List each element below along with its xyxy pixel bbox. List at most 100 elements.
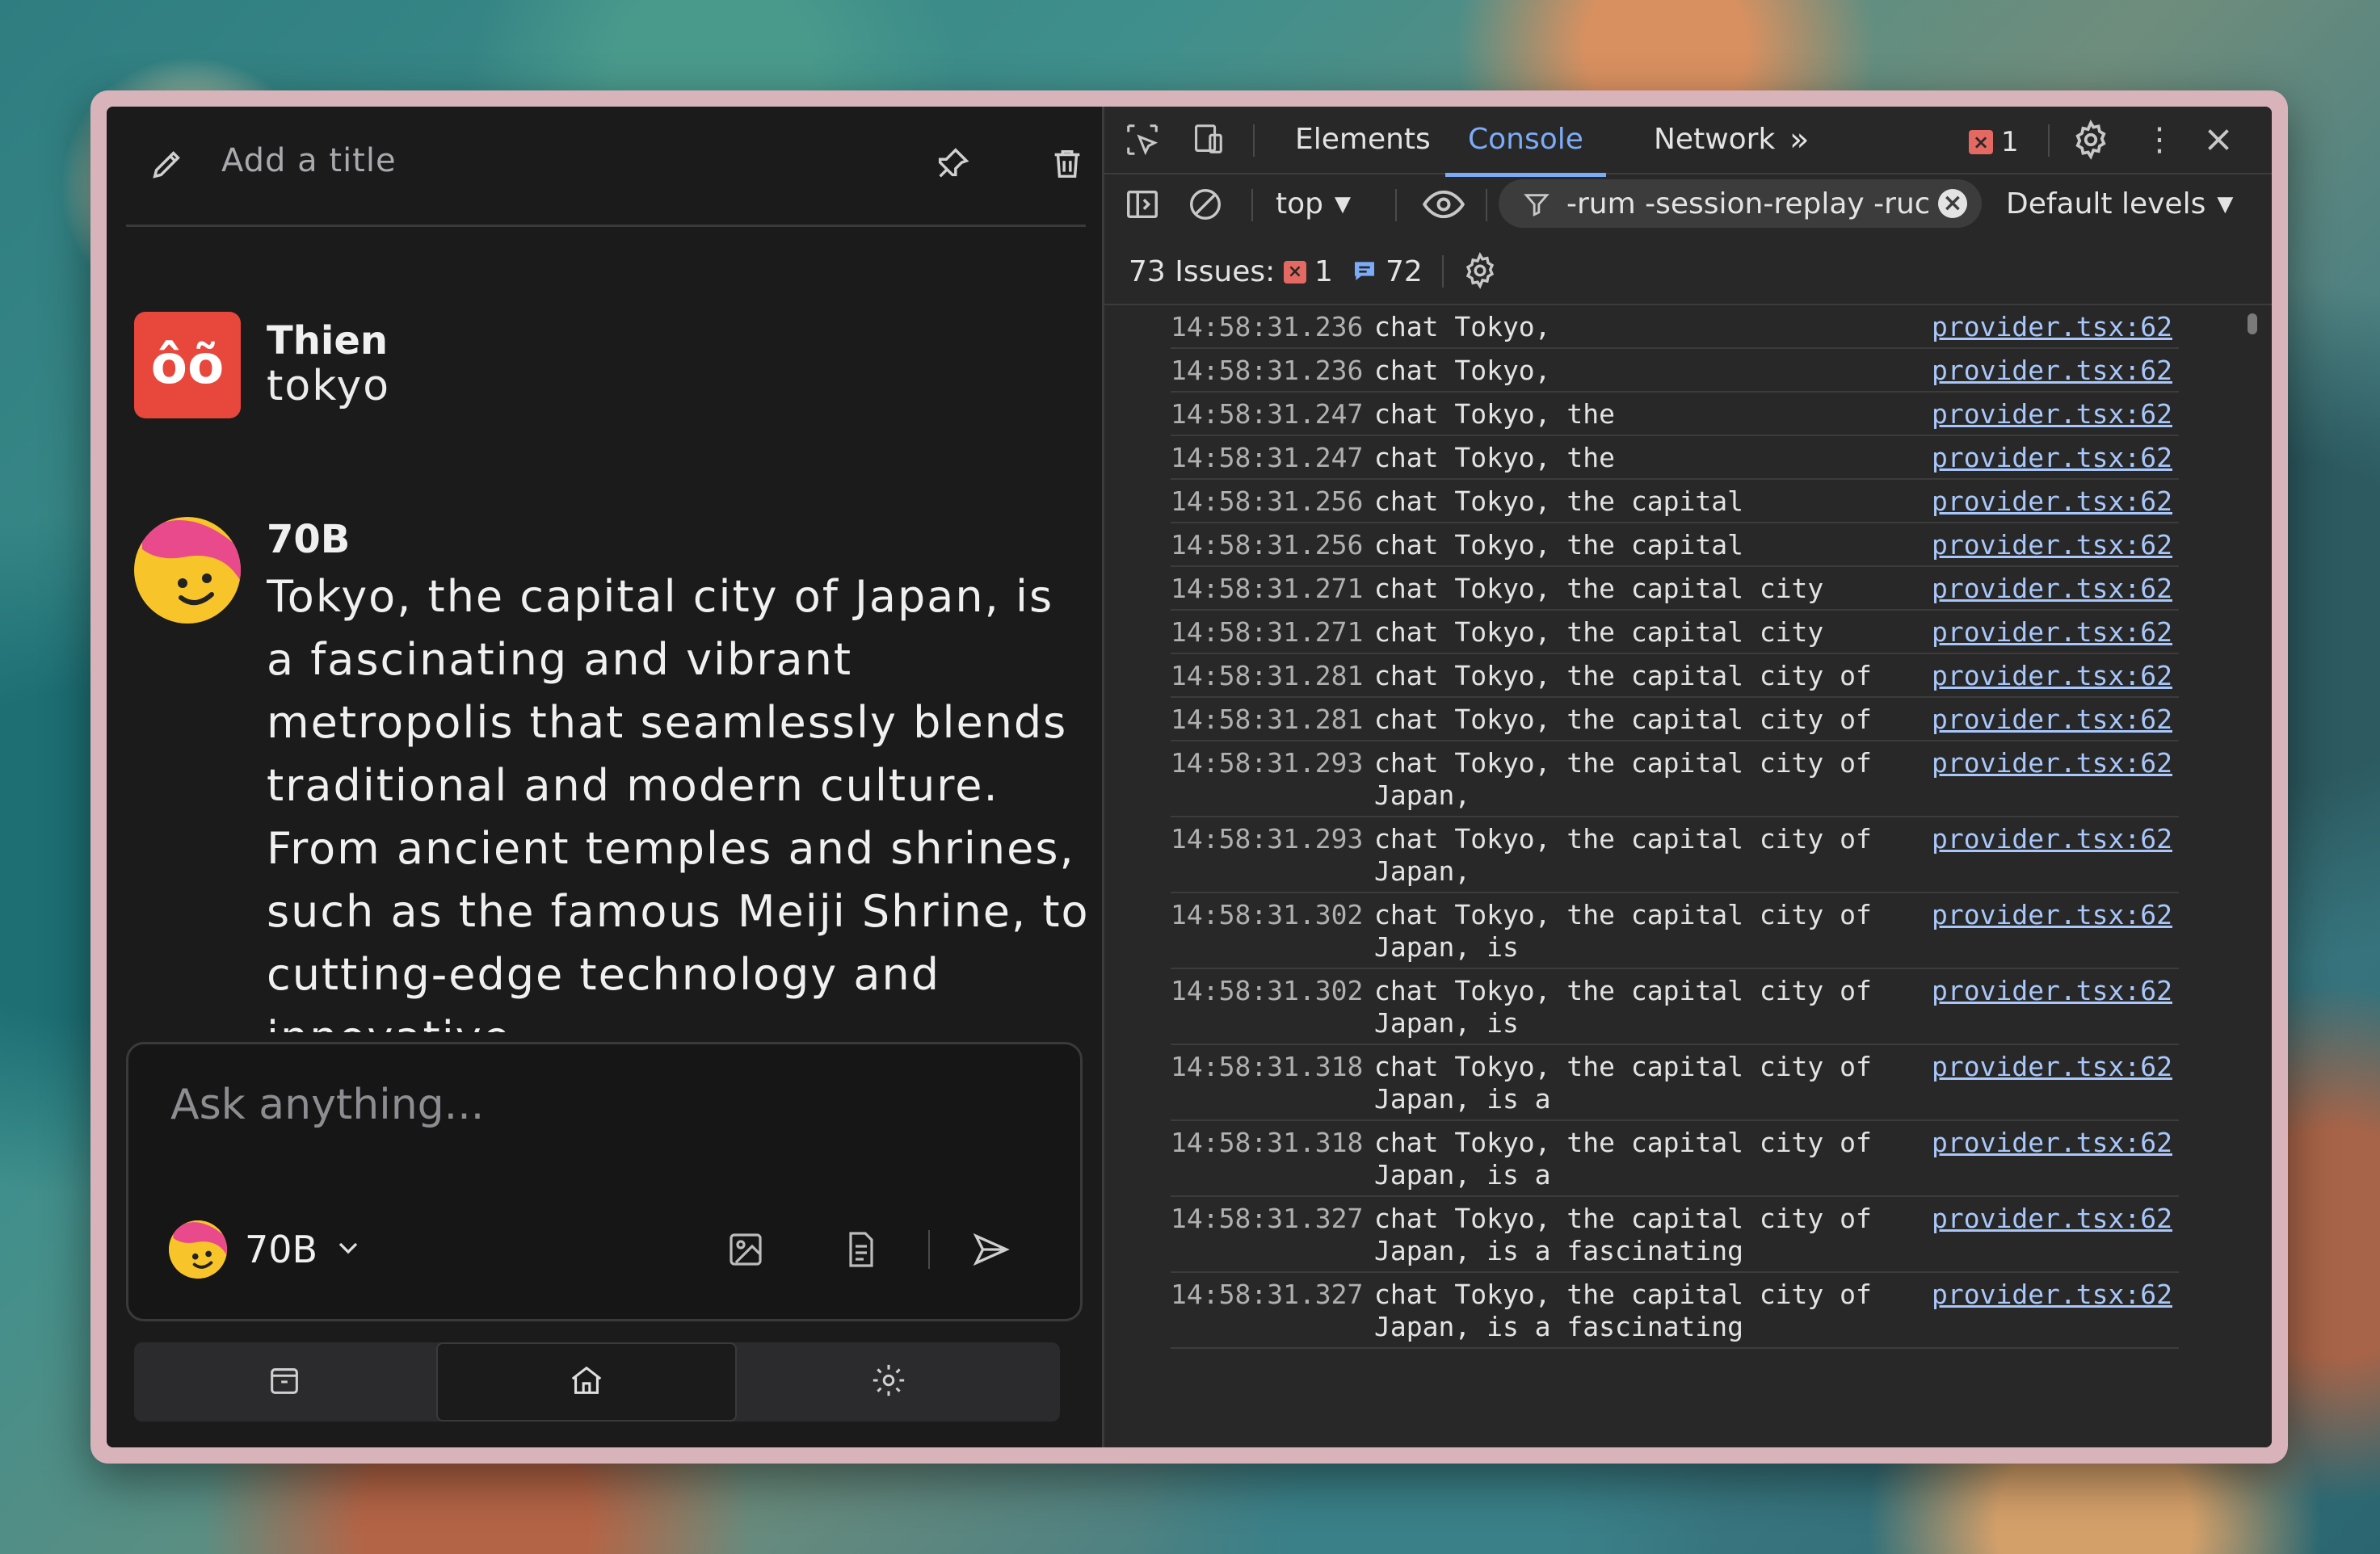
console-log-row: 14:58:31.247 chat Tokyo, the provider.tsx:…: [1171, 393, 2179, 436]
tab-settings[interactable]: [738, 1342, 1039, 1422]
tab-elements[interactable]: Elements: [1295, 107, 1431, 173]
log-timestamp: 14:58:31.247: [1171, 398, 1364, 430]
tab-home[interactable]: [436, 1342, 737, 1422]
console-log-row: 14:58:31.256 chat Tokyo, the capital provi…: [1171, 480, 2179, 523]
console-log-row: 14:58:31.271 chat Tokyo, the capital city…: [1171, 611, 2179, 654]
log-message: chat Tokyo, the capital: [1374, 529, 1743, 561]
console-log-row: 14:58:31.293 chat Tokyo, the capital city…: [1171, 817, 2179, 893]
log-source-link[interactable]: provider.tsx:62: [1932, 529, 2172, 561]
filter-icon: [1523, 191, 1550, 221]
prompt-input[interactable]: [169, 1080, 980, 1130]
log-message: chat Tokyo, the capital city of Japan, i…: [1374, 1203, 1872, 1266]
error-count: 1: [2001, 126, 2019, 158]
more-tabs-icon[interactable]: »: [1789, 107, 1809, 173]
log-message: chat Tokyo, the: [1374, 398, 1616, 430]
console-log-row: 14:58:31.293 chat Tokyo, the capital city…: [1171, 741, 2179, 817]
log-message: chat Tokyo, the capital city of Japan, i…: [1374, 975, 1872, 1039]
issues-error-count: 1: [1314, 255, 1333, 288]
console-log-row: 14:58:31.318 chat Tokyo, the capital city…: [1171, 1045, 2179, 1121]
send-icon[interactable]: [969, 1227, 1014, 1272]
log-timestamp: 14:58:31.271: [1171, 616, 1364, 648]
gear-icon: [870, 1362, 907, 1402]
log-source-link[interactable]: provider.tsx:62: [1932, 1127, 2172, 1159]
inspect-element-icon[interactable]: [1124, 121, 1161, 162]
log-source-link[interactable]: provider.tsx:62: [1932, 573, 2172, 605]
filter-text: -rum -session-replay -ruc: [1566, 187, 1928, 220]
log-levels-dropdown[interactable]: Default levels ▼: [2006, 187, 2233, 220]
log-timestamp: 14:58:31.327: [1171, 1279, 1364, 1310]
issues-infos[interactable]: 72: [1352, 255, 1423, 288]
chevron-down-icon: [332, 1232, 364, 1267]
log-timestamp: 14:58:31.236: [1171, 311, 1364, 342]
title-bar: Add a title: [126, 107, 1086, 227]
divider: [2048, 124, 2050, 157]
pin-icon[interactable]: [934, 145, 971, 183]
log-source-link[interactable]: provider.tsx:62: [1932, 1051, 2172, 1083]
divider: [1253, 124, 1255, 157]
log-message: chat Tokyo, the capital city: [1374, 616, 1824, 648]
trash-icon[interactable]: [1049, 145, 1086, 183]
devtools-tab-bar: Elements Console Network » × 1 ⋮: [1104, 107, 2272, 177]
log-source-link[interactable]: provider.tsx:62: [1932, 311, 2172, 343]
log-source-link[interactable]: provider.tsx:62: [1932, 355, 2172, 387]
console-log-row: 14:58:31.302 chat Tokyo, the capital city…: [1171, 969, 2179, 1045]
tab-console[interactable]: Console: [1445, 107, 1606, 177]
log-source-link[interactable]: provider.tsx:62: [1932, 704, 2172, 736]
log-source-link[interactable]: provider.tsx:62: [1932, 975, 2172, 1007]
document-icon[interactable]: [838, 1227, 883, 1272]
log-source-link[interactable]: provider.tsx:62: [1932, 823, 2172, 855]
log-timestamp: 14:58:31.318: [1171, 1051, 1364, 1082]
divider: [1486, 189, 1487, 221]
filter-input[interactable]: -rum -session-replay -ruc ×: [1499, 179, 1982, 228]
message-text: Tokyo, the capital city of Japan, is a f…: [267, 571, 1090, 1032]
log-source-link[interactable]: provider.tsx:62: [1932, 899, 2172, 931]
log-timestamp: 14:58:31.302: [1171, 899, 1364, 930]
kebab-menu-icon[interactable]: ⋮: [2143, 120, 2176, 160]
title-input[interactable]: Add a title: [221, 142, 397, 179]
sidebar-toggle-icon[interactable]: [1124, 186, 1161, 226]
issues-settings-icon[interactable]: [1461, 252, 1499, 292]
log-message: chat Tokyo,: [1374, 355, 1551, 386]
issues-errors[interactable]: × 1: [1284, 255, 1333, 288]
composer: 70B: [126, 1042, 1083, 1321]
log-source-link[interactable]: provider.tsx:62: [1932, 1279, 2172, 1311]
console-log-row: 14:58:31.327 chat Tokyo, the capital city…: [1171, 1197, 2179, 1273]
log-source-link[interactable]: provider.tsx:62: [1932, 442, 2172, 474]
console-log-row: 14:58:31.318 chat Tokyo, the capital city…: [1171, 1121, 2179, 1197]
console-log-row: 14:58:31.302 chat Tokyo, the capital city…: [1171, 893, 2179, 969]
log-source-link[interactable]: provider.tsx:62: [1932, 485, 2172, 518]
model-selector[interactable]: 70B: [169, 1220, 364, 1279]
dropdown-arrow-icon: ▼: [1335, 191, 1351, 216]
device-toolbar-icon[interactable]: [1188, 121, 1226, 162]
log-timestamp: 14:58:31.256: [1171, 529, 1364, 561]
image-icon[interactable]: [723, 1227, 768, 1272]
error-icon: ×: [1284, 260, 1306, 284]
log-message: chat Tokyo, the capital: [1374, 485, 1743, 517]
clear-filter-icon[interactable]: ×: [1938, 189, 1967, 218]
clear-console-icon[interactable]: [1187, 186, 1224, 226]
tab-archive[interactable]: [134, 1342, 435, 1422]
settings-gear-icon[interactable]: [2071, 120, 2111, 163]
log-source-link[interactable]: provider.tsx:62: [1932, 1203, 2172, 1235]
eye-icon[interactable]: [1422, 186, 1465, 226]
log-source-link[interactable]: provider.tsx:62: [1932, 616, 2172, 649]
devtools-panel: Elements Console Network » × 1 ⋮ top ▼ -…: [1102, 107, 2272, 1447]
error-icon: ×: [1969, 130, 1993, 154]
log-source-link[interactable]: provider.tsx:62: [1932, 660, 2172, 692]
divider: [1395, 189, 1397, 221]
log-message: chat Tokyo, the capital city of Japan, i…: [1374, 1051, 1872, 1115]
console-scrollbar[interactable]: [2248, 313, 2257, 334]
log-source-link[interactable]: provider.tsx:62: [1932, 747, 2172, 779]
pencil-icon: [149, 145, 186, 183]
log-message: chat Tokyo, the: [1374, 442, 1616, 473]
log-source-link[interactable]: provider.tsx:62: [1932, 398, 2172, 430]
message-author: Thien: [267, 318, 389, 363]
context-selector[interactable]: top ▼: [1276, 187, 1351, 220]
error-counter[interactable]: × 1: [1969, 126, 2019, 158]
close-icon[interactable]: [2200, 121, 2237, 162]
console-log: 14:58:31.236 chat Tokyo, provider.tsx:62 14…: [1171, 305, 2179, 1447]
tab-network[interactable]: Network: [1654, 107, 1775, 173]
console-log-row: 14:58:31.256 chat Tokyo, the capital provi…: [1171, 523, 2179, 567]
log-message: chat Tokyo, the capital city: [1374, 573, 1824, 604]
levels-label: Default levels: [2006, 187, 2206, 220]
